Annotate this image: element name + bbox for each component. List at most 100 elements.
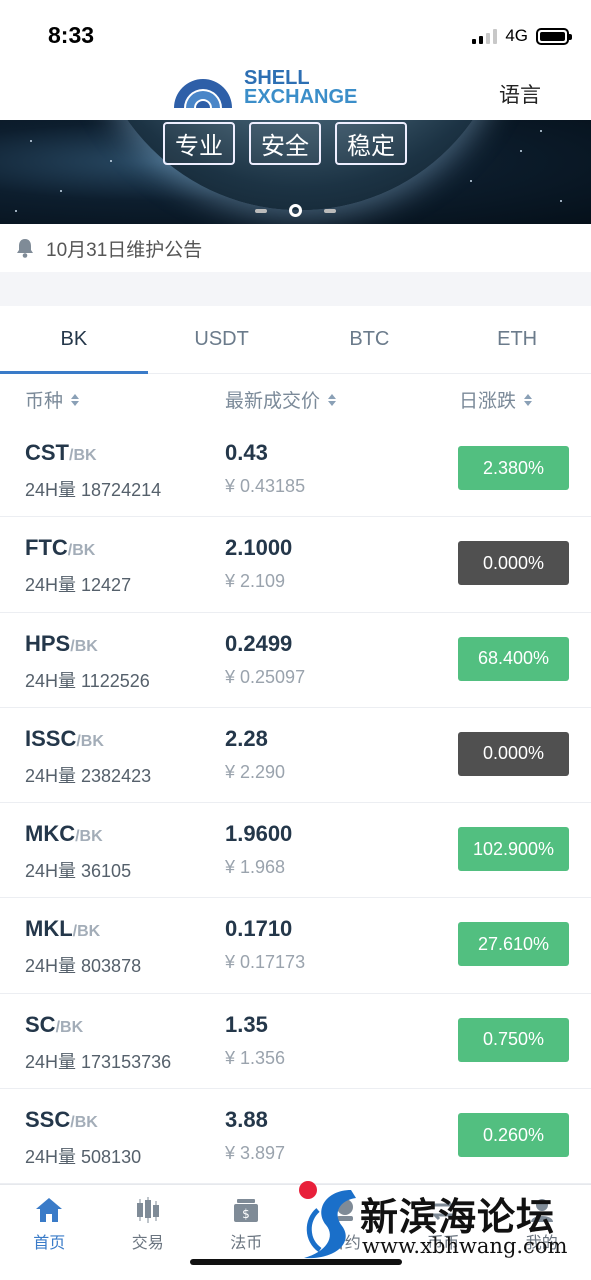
sort-icon: [524, 393, 533, 406]
price-cny: ¥ 1.356: [225, 1047, 286, 1068]
nav-label: 法币: [230, 1235, 263, 1252]
coin-symbol: MKL: [25, 916, 73, 942]
nav-label: 合约: [328, 1235, 361, 1252]
banner-tag: 安全: [249, 122, 321, 165]
carousel-dot[interactable]: [255, 208, 267, 213]
tab-bk[interactable]: BK: [0, 306, 148, 374]
nav-profile[interactable]: 我的: [493, 1185, 591, 1280]
volume-24h: 24H量 2382423: [25, 765, 152, 786]
tab-eth[interactable]: ETH: [443, 306, 591, 373]
volume-24h: 24H量 18724214: [25, 480, 162, 500]
last-price: 0.1710: [225, 916, 293, 942]
coin-symbol: SSC: [25, 1107, 71, 1133]
change-badge: 2.380%: [458, 446, 569, 490]
market-row[interactable]: FTC/BK 24H量 12427 2.1000 ¥ 2.109 0.000%: [0, 517, 591, 613]
section-divider: [0, 272, 591, 306]
status-time: 8:33: [48, 22, 95, 48]
shell-logo-icon: [174, 79, 232, 108]
sort-by-price[interactable]: 最新成交价: [225, 386, 337, 413]
market-row[interactable]: ISSC/BK 24H量 2382423 2.28 ¥ 2.290 0.000%: [0, 708, 591, 804]
coin-pair: SC/BK: [25, 1012, 83, 1038]
status-indicators: 4G: [472, 26, 572, 46]
language-button[interactable]: 语言: [499, 79, 541, 109]
change-badge: 68.400%: [458, 636, 569, 681]
market-row[interactable]: CST/BK 24H量 18724214 0.43 ¥ 0.43185 2.38…: [0, 422, 591, 518]
home-indicator: [190, 1259, 402, 1265]
volume-24h: 24H量 36105: [25, 861, 132, 882]
volume-24h: 24H量 1122526: [25, 670, 150, 691]
market-list: CST/BK 24H量 18724214 0.43 ¥ 0.43185 2.38…: [0, 422, 591, 1185]
banner-carousel[interactable]: 专业 安全 稳定: [0, 120, 591, 224]
market-row[interactable]: MKC/BK 24H量 36105 1.9600 ¥ 1.968 102.900…: [0, 803, 591, 899]
nav-label: 币币: [427, 1235, 460, 1252]
change-badge: 0.000%: [458, 541, 569, 586]
coin-pair: SSC/BK: [25, 1107, 98, 1133]
sort-by-coin[interactable]: 币种: [25, 386, 80, 413]
coin-symbol: CST: [25, 440, 69, 465]
carousel-dot-active[interactable]: [289, 204, 302, 217]
market-row[interactable]: SC/BK 24H量 173153736 1.35 ¥ 1.356 0.750%: [0, 994, 591, 1090]
nav-exchange[interactable]: 币币: [394, 1185, 493, 1280]
nav-label: 我的: [525, 1235, 558, 1252]
logo-text: SHELL EXCHANGE: [244, 68, 357, 107]
tab-btc[interactable]: BTC: [296, 306, 444, 373]
coin-symbol: FTC: [25, 535, 68, 561]
tab-usdt[interactable]: USDT: [148, 306, 296, 373]
coin-symbol: SC: [25, 1011, 56, 1037]
sort-icon: [71, 393, 80, 406]
coin-pair: FTC/BK: [25, 535, 95, 561]
wallet-icon: $: [234, 1199, 259, 1222]
sort-by-change[interactable]: 日涨跌: [459, 386, 533, 413]
last-price: 1.35: [225, 1011, 268, 1037]
price-cny: ¥ 0.17173: [225, 952, 306, 973]
logo: SHELL EXCHANGE: [170, 68, 357, 108]
price-cny: ¥ 3.897: [225, 1143, 286, 1164]
carousel-indicators: [255, 204, 336, 217]
market-column-headers: 币种 最新成交价 日涨跌: [0, 374, 591, 420]
market-row[interactable]: SSC/BK 24H量 508130 3.88 ¥ 3.897 0.260%: [0, 1089, 591, 1185]
price-cny: ¥ 0.25097: [225, 666, 306, 687]
coin-pair: MKL/BK: [25, 916, 100, 942]
volume-24h: 24H量 173153736: [25, 1051, 172, 1072]
market-row[interactable]: MKL/BK 24H量 803878 0.1710 ¥ 0.17173 27.6…: [0, 898, 591, 994]
candlestick-icon: [136, 1197, 159, 1223]
nav-contract[interactable]: 合约: [296, 1185, 395, 1280]
quote-currency: /BK: [55, 1018, 84, 1036]
quote-currency: /BK: [70, 1114, 98, 1132]
column-change-label: 日涨跌: [459, 391, 517, 412]
change-badge: 0.750%: [458, 1017, 569, 1062]
carousel-dot[interactable]: [324, 208, 336, 213]
svg-text:$: $: [242, 1207, 250, 1221]
quote-currency: /BK: [72, 923, 101, 941]
change-badge: 102.900%: [458, 827, 569, 872]
volume-24h: 24H量 803878: [25, 956, 142, 977]
last-price: 3.88: [225, 1107, 268, 1133]
bell-icon: [17, 239, 33, 258]
price-cny: ¥ 2.109: [225, 571, 286, 592]
signal-icon: [472, 28, 498, 44]
sort-icon: [328, 393, 337, 406]
nav-home[interactable]: 首页: [0, 1185, 99, 1280]
price-cny: ¥ 1.968: [225, 857, 286, 878]
coin-symbol: MKC: [25, 821, 76, 847]
contract-icon: [336, 1199, 353, 1221]
status-bar: 8:33 4G: [0, 0, 591, 60]
nav-label: 交易: [131, 1235, 164, 1252]
market-row[interactable]: HPS/BK 24H量 1122526 0.2499 ¥ 0.25097 68.…: [0, 613, 591, 708]
volume-24h: 24H量 12427: [25, 575, 132, 596]
nav-trade[interactable]: 交易: [99, 1185, 198, 1280]
volume-24h: 24H量 508130: [25, 1147, 142, 1168]
last-price: 2.28: [225, 725, 268, 751]
change-badge: 27.610%: [458, 922, 569, 967]
announcement-bar[interactable]: 10月31日维护公告: [0, 224, 591, 272]
quote-currency: /BK: [76, 732, 104, 750]
network-type: 4G: [505, 26, 528, 45]
quote-currency: /BK: [75, 828, 103, 846]
last-price: 0.43: [225, 440, 268, 465]
coin-pair: CST/BK: [25, 440, 97, 466]
column-coin-label: 币种: [25, 391, 64, 412]
price-cny: ¥ 2.290: [225, 761, 286, 782]
last-price: 2.1000: [225, 535, 293, 561]
nav-fiat[interactable]: $ 法币: [197, 1185, 296, 1280]
announcement-text[interactable]: 10月31日维护公告: [46, 235, 202, 262]
